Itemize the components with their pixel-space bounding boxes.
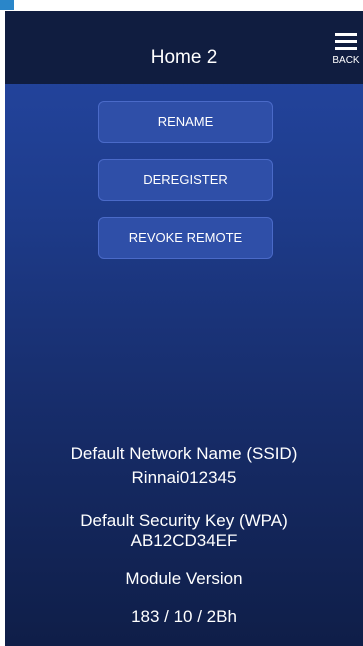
corner-accent — [0, 0, 14, 10]
revoke-remote-button[interactable]: REVOKE REMOTE — [98, 217, 273, 259]
module-version-label: Module Version — [125, 569, 243, 588]
page-title: Home 2 — [150, 47, 218, 68]
hamburger-menu-icon — [335, 33, 357, 51]
header-bar: Home 2 BACK — [5, 11, 363, 84]
rename-button[interactable]: RENAME — [98, 101, 273, 143]
ssid-value: Rinnai012345 — [131, 468, 237, 487]
deregister-button[interactable]: DEREGISTER — [98, 159, 273, 201]
wpa-value: AB12CD34EF — [130, 531, 238, 550]
device-settings-screen: Home 2 BACK RENAME DEREGISTER REVOKE REM… — [5, 11, 363, 646]
back-button[interactable]: BACK — [331, 33, 361, 69]
ssid-label: Default Network Name (SSID) — [70, 444, 298, 463]
back-label: BACK — [332, 55, 360, 66]
wpa-label: Default Security Key (WPA) — [80, 511, 288, 530]
module-version-value: 183 / 10 / 2Bh — [131, 607, 237, 626]
